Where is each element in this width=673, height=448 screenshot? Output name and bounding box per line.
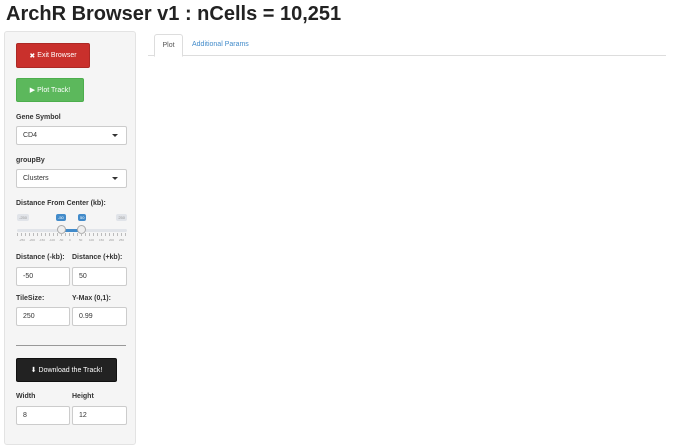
group-by-value: Clusters: [23, 175, 49, 182]
slider-grid-label: -250: [19, 238, 26, 242]
main-tabs: Plot Additional Params: [148, 34, 666, 57]
download-track-label: Download the Track!: [38, 366, 103, 374]
slider-grid-label: -50: [59, 238, 64, 242]
tile-size-input[interactable]: 250: [16, 307, 70, 326]
group-by-select[interactable]: Clusters: [16, 169, 127, 188]
width-input[interactable]: 8: [16, 406, 70, 425]
page-title: ArchR Browser v1 : nCells = 10,251: [6, 3, 342, 25]
play-circle-icon: ▶: [29, 87, 36, 94]
tab-additional-params[interactable]: Additional Params: [192, 34, 249, 56]
height-input[interactable]: 12: [72, 406, 127, 425]
slider-grid-label: 150: [99, 238, 105, 242]
slider-grid-label: 0: [69, 238, 71, 242]
height-label: Height: [72, 393, 94, 400]
tab-plot[interactable]: Plot: [154, 34, 183, 57]
slider-from-label: -50: [56, 214, 66, 221]
slider-grid-label: 50: [79, 238, 83, 242]
distance-minus-input[interactable]: -50: [16, 267, 70, 286]
slider-max-label: 250: [116, 214, 127, 221]
plot-track-button[interactable]: ▶ Plot Track!: [16, 78, 84, 102]
chevron-down-icon: [112, 177, 118, 180]
slider-grid-label: 250: [119, 238, 125, 242]
slider-min-label: -250: [17, 214, 30, 221]
tile-size-label: TileSize:: [16, 295, 45, 302]
y-max-label: Y-Max (0,1):: [72, 295, 111, 302]
y-max-input[interactable]: 0.99: [72, 307, 127, 326]
slider-grid-label: -200: [29, 238, 36, 242]
plot-track-label: Plot Track!: [37, 86, 71, 94]
slider-grid-label: -150: [39, 238, 46, 242]
exit-browser-button[interactable]: ✖ Exit Browser: [16, 43, 90, 68]
chevron-down-icon: [112, 134, 118, 137]
close-circle-icon: ✖: [29, 52, 36, 60]
sidebar-panel: ✖ Exit Browser ▶ Plot Track! Gene Symbol…: [4, 31, 136, 445]
distance-plus-input[interactable]: 50: [72, 267, 127, 286]
group-by-label: groupBy: [16, 157, 45, 164]
gene-symbol-label: Gene Symbol: [16, 114, 61, 121]
distance-plus-label: Distance (+kb):: [72, 254, 123, 261]
divider: [16, 345, 126, 346]
slider-to-label: 50: [78, 214, 87, 221]
gene-symbol-select[interactable]: CD4: [16, 126, 127, 145]
distance-range-slider[interactable]: -250 250 -50 50 -250 -200 -150 -100 -50 0 50 10…: [17, 214, 127, 244]
download-icon: ⬇: [30, 367, 37, 374]
distance-minus-label: Distance (-kb):: [16, 254, 65, 261]
distance-slider-label: Distance From Center (kb):: [16, 200, 106, 207]
width-label: Width: [16, 393, 36, 400]
slider-grid-label: 200: [109, 238, 115, 242]
gene-symbol-value: CD4: [23, 132, 38, 139]
slider-grid-label: 100: [89, 238, 95, 242]
exit-browser-label: Exit Browser: [37, 52, 77, 59]
download-track-button[interactable]: ⬇ Download the Track!: [16, 358, 117, 382]
slider-grid-label: -100: [49, 238, 56, 242]
slider-ticks: [17, 233, 127, 236]
